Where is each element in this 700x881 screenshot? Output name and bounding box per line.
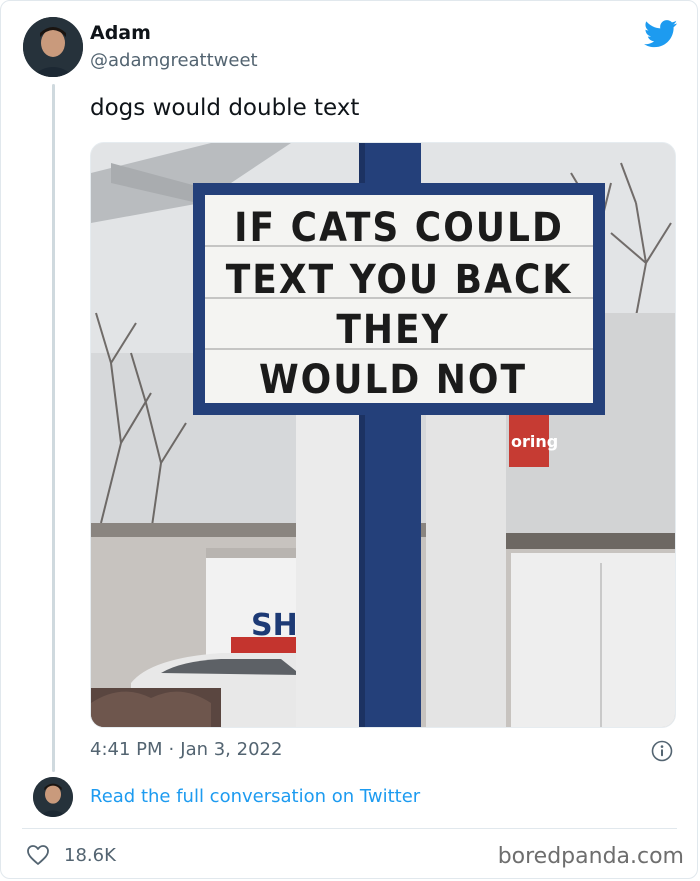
info-icon[interactable] bbox=[651, 740, 673, 766]
author-avatar[interactable] bbox=[23, 17, 83, 77]
tweet-timestamp[interactable]: 4:41 PM · Jan 3, 2022 bbox=[90, 739, 282, 760]
tweet-text: dogs would double text bbox=[90, 95, 360, 121]
sign-line-1: IF CATS COULD bbox=[234, 205, 564, 251]
thread-connector-line bbox=[52, 84, 55, 772]
author-name[interactable]: Adam bbox=[90, 22, 151, 44]
store-sign-text: oring bbox=[511, 432, 558, 451]
tweet-time: 4:41 PM bbox=[90, 739, 163, 760]
tweet-date: Jan 3, 2022 bbox=[180, 739, 283, 760]
timestamp-separator: · bbox=[168, 739, 175, 760]
sign-line-4: WOULD NOT bbox=[259, 357, 527, 403]
reply-avatar[interactable] bbox=[33, 777, 73, 817]
author-handle[interactable]: @adamgreattweet bbox=[90, 50, 258, 71]
watermark: boredpanda.com bbox=[497, 844, 684, 869]
twitter-bird-icon[interactable] bbox=[644, 20, 678, 52]
read-full-conversation-link[interactable]: Read the full conversation on Twitter bbox=[90, 786, 420, 807]
sign-line-3: THEY bbox=[336, 307, 449, 353]
heart-icon[interactable] bbox=[26, 844, 50, 870]
sign-line-2: TEXT YOU BACK bbox=[226, 257, 573, 303]
tweet-photo[interactable]: oring SH IF CATS COULD TEXT YOU BACK THE… bbox=[90, 142, 676, 728]
like-count: 18.6K bbox=[64, 845, 116, 866]
footer-divider bbox=[22, 828, 677, 829]
